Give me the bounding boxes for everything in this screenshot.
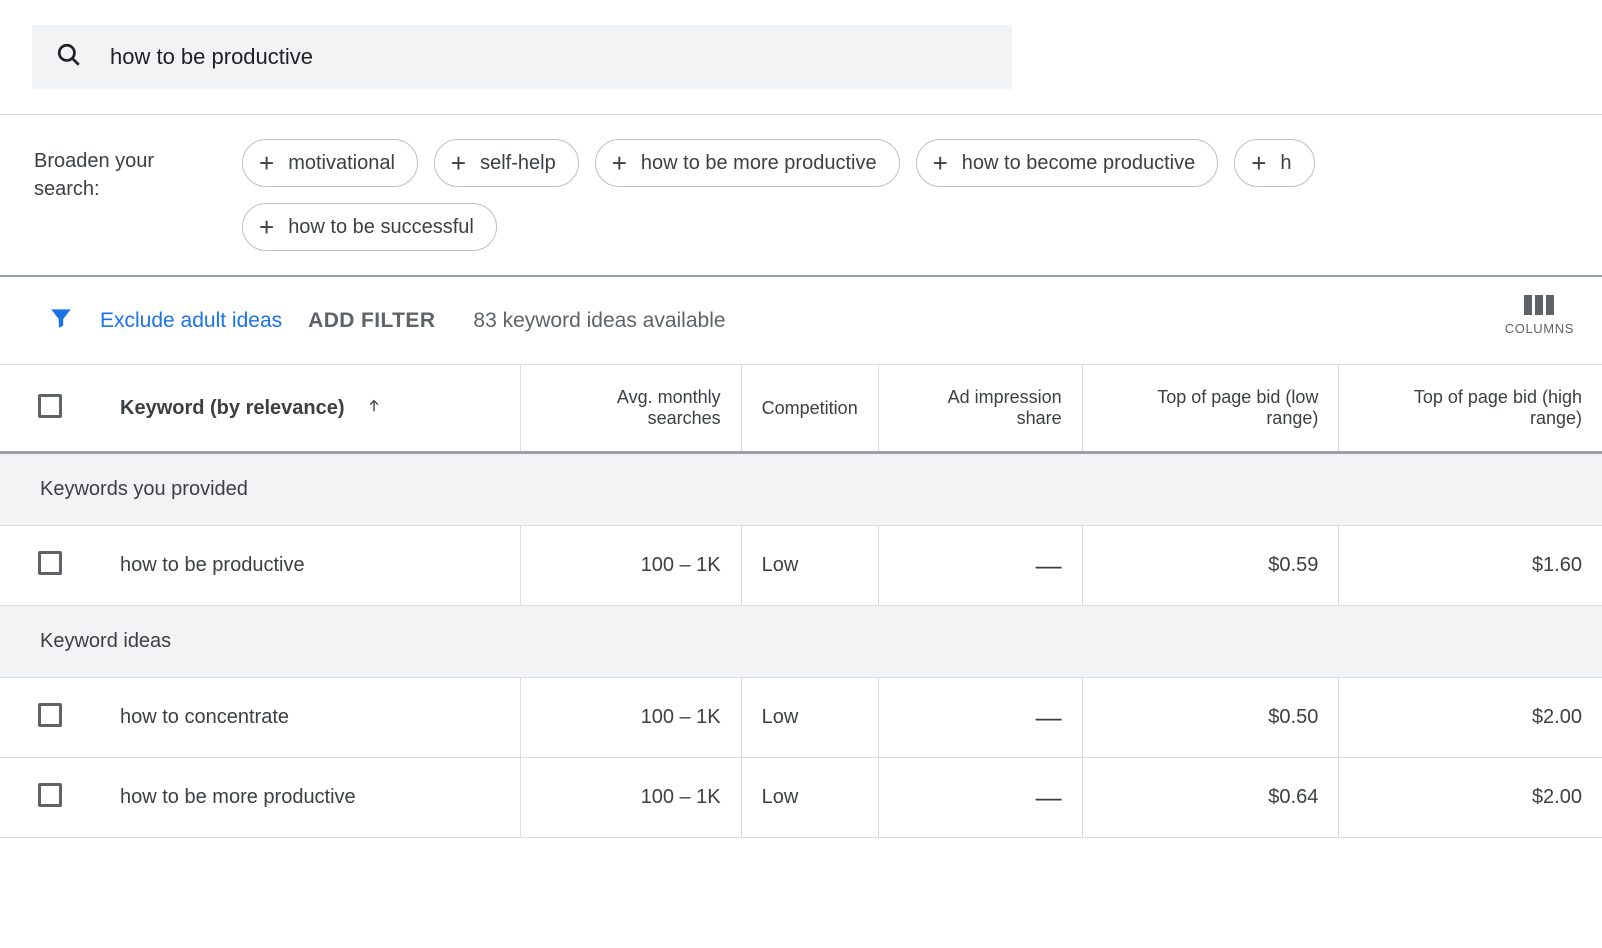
competition-cell: Low (741, 526, 878, 606)
section-provided-label: Keywords you provided (0, 453, 1602, 526)
broaden-chip-self-help[interactable]: + self-help (434, 139, 579, 187)
header-keyword-label: Keyword (by relevance) (120, 397, 345, 419)
broaden-chip-motivational[interactable]: + motivational (242, 139, 418, 187)
broaden-label: Broaden your search: (34, 139, 214, 203)
broaden-chip-more-productive[interactable]: + how to be more productive (595, 139, 900, 187)
chip-label: h (1280, 152, 1291, 175)
competition-cell: Low (741, 758, 878, 838)
chip-label: how to be more productive (641, 152, 877, 175)
table-row: how to concentrate 100 – 1K Low — $0.50 … (0, 678, 1602, 758)
broaden-chip-become-productive[interactable]: + how to become productive (916, 139, 1219, 187)
share-cell: — (878, 678, 1082, 758)
plus-icon: + (259, 150, 274, 176)
header-avg-searches[interactable]: Avg. monthly searches (520, 365, 741, 453)
keyword-cell: how to be more productive (100, 758, 520, 838)
competition-cell: Low (741, 678, 878, 758)
columns-icon (1505, 295, 1574, 315)
bid-low-cell: $0.64 (1082, 758, 1339, 838)
avg-cell: 100 – 1K (520, 526, 741, 606)
filter-icon[interactable] (48, 305, 74, 336)
header-competition[interactable]: Competition (741, 365, 878, 453)
row-checkbox[interactable] (38, 703, 62, 727)
row-checkbox[interactable] (38, 783, 62, 807)
table-row: how to be more productive 100 – 1K Low —… (0, 758, 1602, 838)
keyword-cell: how to concentrate (100, 678, 520, 758)
keyword-table: Keyword (by relevance) Avg. monthly sear… (0, 365, 1602, 838)
section-ideas-label: Keyword ideas (0, 606, 1602, 678)
plus-icon: + (612, 150, 627, 176)
plus-icon: + (1251, 150, 1266, 176)
avg-cell: 100 – 1K (520, 758, 741, 838)
header-ad-share[interactable]: Ad impression share (878, 365, 1082, 453)
plus-icon: + (259, 214, 274, 240)
header-bid-high[interactable]: Top of page bid (high range) (1339, 365, 1602, 453)
broaden-chip-successful[interactable]: + how to be successful (242, 203, 497, 251)
chip-label: self-help (480, 152, 556, 175)
section-provided: Keywords you provided (0, 453, 1602, 526)
add-filter-button[interactable]: ADD FILTER (308, 309, 435, 333)
columns-button[interactable]: COLUMNS (1505, 295, 1574, 336)
bid-low-cell: $0.59 (1082, 526, 1339, 606)
search-icon (56, 42, 82, 73)
section-ideas: Keyword ideas (0, 606, 1602, 678)
avg-cell: 100 – 1K (520, 678, 741, 758)
search-bar (32, 25, 1012, 89)
broaden-chip-truncated[interactable]: +h (1234, 139, 1314, 187)
keyword-cell: how to be productive (100, 526, 520, 606)
chip-label: motivational (288, 152, 395, 175)
row-checkbox[interactable] (38, 551, 62, 575)
share-cell: — (878, 758, 1082, 838)
table-row: how to be productive 100 – 1K Low — $0.5… (0, 526, 1602, 606)
columns-label: COLUMNS (1505, 321, 1574, 336)
ideas-available-text: 83 keyword ideas available (473, 309, 725, 333)
broaden-search-section: Broaden your search: + motivational + self… (0, 114, 1602, 275)
header-keyword[interactable]: Keyword (by relevance) (100, 365, 520, 453)
share-cell: — (878, 526, 1082, 606)
exclude-adult-ideas-link[interactable]: Exclude adult ideas (100, 309, 282, 333)
sort-ascending-icon (366, 397, 382, 420)
plus-icon: + (933, 150, 948, 176)
bid-high-cell: $2.00 (1339, 758, 1602, 838)
header-bid-low[interactable]: Top of page bid (low range) (1082, 365, 1339, 453)
bid-high-cell: $2.00 (1339, 678, 1602, 758)
select-all-checkbox[interactable] (38, 394, 62, 418)
header-checkbox-cell (0, 365, 100, 453)
bid-high-cell: $1.60 (1339, 526, 1602, 606)
chip-label: how to be successful (288, 216, 474, 239)
plus-icon: + (451, 150, 466, 176)
chip-label: how to become productive (962, 152, 1195, 175)
filter-row: Exclude adult ideas ADD FILTER 83 keywor… (0, 275, 1602, 365)
bid-low-cell: $0.50 (1082, 678, 1339, 758)
broaden-chip-row: + motivational + self-help + how to be more… (242, 139, 1570, 251)
search-input[interactable] (110, 44, 988, 70)
